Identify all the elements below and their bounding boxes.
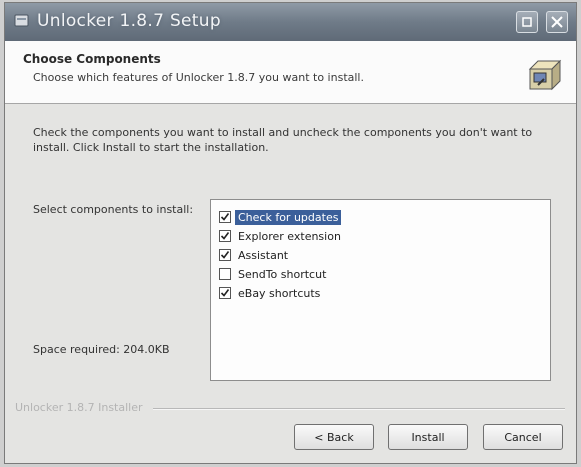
close-button[interactable] [546,11,568,33]
setup-box-icon [524,55,562,93]
instructions-text: Check the components you want to install… [33,126,533,154]
component-checkbox[interactable] [219,268,231,280]
installer-branding: Unlocker 1.8.7 Installer [15,401,143,414]
page-header: Choose Components Choose which features … [5,41,576,104]
back-button[interactable]: < Back [294,424,374,450]
branding-divider [153,408,565,410]
close-icon [551,16,563,28]
install-button[interactable]: Install [388,424,468,450]
component-item[interactable]: Assistant [219,246,291,264]
page-title: Choose Components [23,52,161,66]
space-required-label: Space required: 204.0KB [33,343,170,356]
window-title: Unlocker 1.8.7 Setup [37,11,221,31]
title-bar[interactable]: Unlocker 1.8.7 Setup [5,3,576,41]
components-list[interactable]: Check for updates Explorer extension Assis… [210,199,551,381]
component-label: Check for updates [235,209,342,225]
checkmark-icon [220,251,230,259]
component-label: eBay shortcuts [238,286,321,300]
page-subtitle: Choose which features of Unlocker 1.8.7 … [33,71,364,84]
component-checkbox[interactable] [219,249,231,261]
select-components-label: Select components to install: [33,203,194,216]
component-checkbox[interactable] [219,230,231,242]
component-checkbox[interactable] [219,211,231,223]
component-checkbox[interactable] [219,287,231,299]
component-item[interactable]: Explorer extension [219,227,344,245]
component-item[interactable]: Check for updates [219,208,342,226]
minimize-button[interactable] [516,11,538,33]
component-label: Explorer extension [238,229,341,243]
component-item[interactable]: SendTo shortcut [219,265,329,283]
setup-window: Unlocker 1.8.7 Setup Choose Components C… [4,2,577,464]
cancel-button[interactable]: Cancel [483,424,563,450]
installer-icon [13,12,31,30]
component-label: Assistant [238,248,289,262]
checkmark-icon [220,289,230,297]
checkmark-icon [220,213,230,221]
component-item[interactable]: eBay shortcuts [219,284,323,302]
checkmark-icon [220,232,230,240]
component-label: SendTo shortcut [238,267,327,281]
